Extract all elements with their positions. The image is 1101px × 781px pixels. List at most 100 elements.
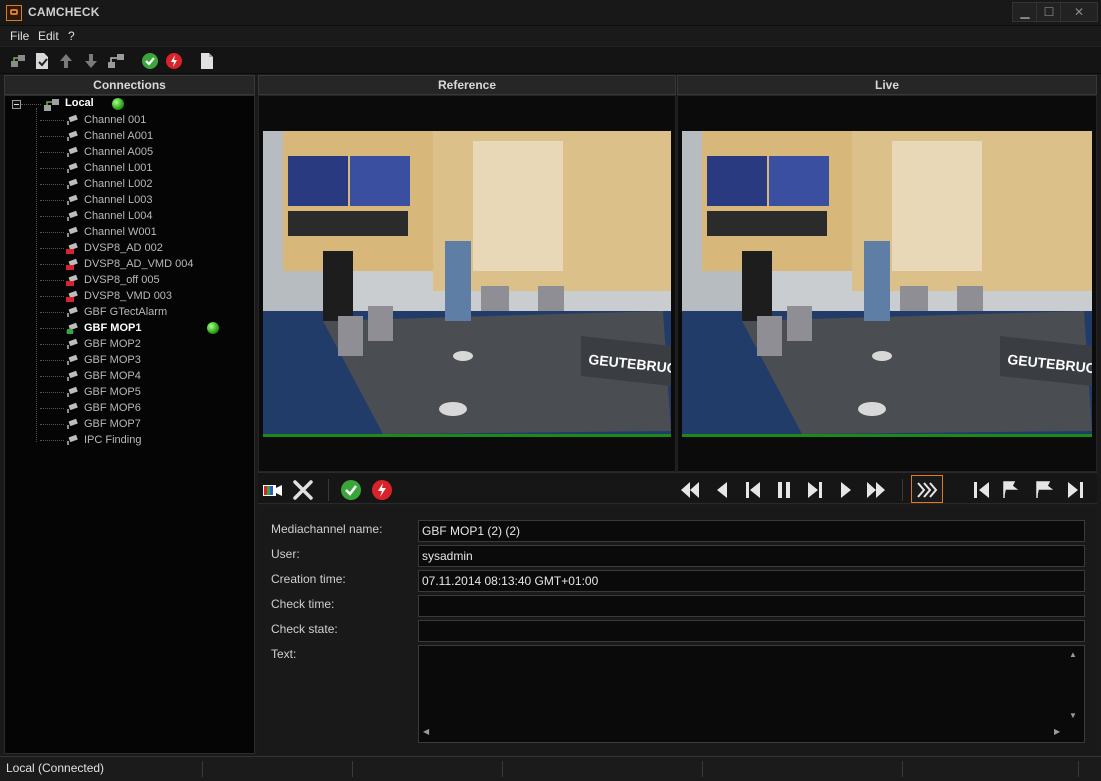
tree-item[interactable]: GBF MOP6 [65,400,245,416]
live-mode-button[interactable] [911,475,943,503]
maximize-button[interactable]: ☐ [1036,2,1062,22]
fast-rewind-icon[interactable] [679,479,701,501]
tree-item[interactable]: Channel A005 [65,144,245,160]
scroll-right-icon[interactable]: ▶ [1054,727,1060,736]
menu-file[interactable]: File [10,29,29,43]
tree-item[interactable]: Channel L002 [65,176,245,192]
camera-ok-icon [66,322,78,334]
tree-connector [40,440,64,441]
play-backward-icon[interactable] [711,479,733,501]
connect-icon[interactable] [9,52,27,70]
user-label: User: [271,547,300,561]
pause-icon[interactable] [773,479,795,501]
camera-icon [67,434,78,445]
live-camera-image: GEUTEBRUCK [682,131,1092,434]
tree-guide-line [36,108,37,442]
tree-item[interactable]: GBF MOP2 [65,336,245,352]
tree-item[interactable]: DVSP8_AD_VMD 004 [65,256,245,272]
tree-item[interactable]: DVSP8_AD 002 [65,240,245,256]
collapse-toggle[interactable] [12,100,21,109]
tree-connector [40,296,64,297]
check-time-field[interactable] [418,595,1085,617]
camera-icon [67,210,78,221]
reference-camera-image: GEUTEBRUCK [263,131,671,434]
play-icon[interactable] [835,479,857,501]
check-document-icon[interactable] [33,52,51,70]
live-forward-icon [917,482,938,498]
menu-bar: File Edit ? [0,26,1101,46]
tree-item[interactable]: GBF MOP7 [65,416,245,432]
camera-icon [67,418,78,429]
tree-connector [40,408,64,409]
camera-error-icon [66,274,78,286]
delete-icon[interactable] [292,479,314,501]
live-panel: GEUTEBRUCK [677,95,1097,472]
minimize-button[interactable]: ▁ [1012,2,1038,22]
user-field[interactable]: sysadmin [418,545,1085,567]
check-failed-icon[interactable] [165,52,183,70]
step-forward-icon[interactable] [804,479,826,501]
tree-item-label: Channel A001 [84,130,154,142]
camera-icon [67,402,78,413]
tree-item-label: GBF GTectAlarm [84,306,168,318]
tree-connector [40,248,64,249]
previous-marker-icon[interactable] [1000,479,1022,501]
tree-item-label: DVSP8_off 005 [84,274,160,286]
skip-to-start-icon[interactable] [971,479,993,501]
connections-tree[interactable]: Local Channel 001 Channel A001 Channel A00… [4,95,255,754]
camera-error-icon [66,290,78,302]
network-icon[interactable] [107,52,125,70]
tree-item[interactable]: GBF MOP4 [65,368,245,384]
menu-help[interactable]: ? [68,29,75,43]
next-marker-icon[interactable] [1031,479,1053,501]
connected-status-icon [112,98,124,110]
move-down-icon[interactable] [82,52,100,70]
skip-to-end-icon[interactable] [1064,479,1086,501]
move-up-icon[interactable] [57,52,75,70]
accept-ok-icon[interactable] [340,479,362,501]
fast-forward-icon[interactable] [865,479,887,501]
camera-icon [67,162,78,173]
tree-item[interactable]: DVSP8_off 005 [65,272,245,288]
camera-select-icon[interactable] [262,479,284,501]
scroll-down-icon[interactable]: ▼ [1069,711,1077,720]
check-ok-icon[interactable] [141,52,159,70]
scroll-left-icon[interactable]: ◀ [423,727,429,736]
camera-icon [67,370,78,381]
tree-item-label: GBF MOP2 [84,338,141,350]
tree-item[interactable]: Channel W001 [65,224,245,240]
step-backward-icon[interactable] [742,479,764,501]
toolbar [0,46,1101,74]
reject-alarm-icon[interactable] [371,479,393,501]
tree-item-label: Channel 001 [84,114,147,126]
tree-item[interactable]: GBF GTectAlarm [65,304,245,320]
tree-item[interactable]: GBF MOP5 [65,384,245,400]
creation-time-field[interactable]: 07.11.2014 08:13:40 GMT+01:00 [418,570,1085,592]
new-document-icon[interactable] [198,52,216,70]
tree-connector [40,424,64,425]
close-button[interactable]: ✕ [1060,2,1098,22]
tree-root-local[interactable]: Local [65,97,94,109]
menu-edit[interactable]: Edit [38,29,59,43]
text-area[interactable] [418,645,1085,743]
connections-header: Connections [4,75,255,95]
tree-item[interactable]: Channel 001 [65,112,245,128]
scroll-up-icon[interactable]: ▲ [1069,650,1077,659]
tree-item[interactable]: Channel L004 [65,208,245,224]
tree-item-label: DVSP8_AD 002 [84,242,163,254]
tree-item[interactable]: Channel A001 [65,128,245,144]
mediachannel-field[interactable]: GBF MOP1 (2) (2) [418,520,1085,542]
tree-item[interactable]: GBF MOP3 [65,352,245,368]
tree-connector [40,216,64,217]
tree-item[interactable]: IPC Finding [65,432,245,448]
camera-icon [67,178,78,189]
camera-icon [67,386,78,397]
tree-item-label: DVSP8_VMD 003 [84,290,173,302]
tree-item[interactable]: Channel L001 [65,160,245,176]
tree-item-label: Channel L001 [84,162,153,174]
tree-connector [40,328,64,329]
tree-item[interactable]: Channel L003 [65,192,245,208]
check-state-field[interactable] [418,620,1085,642]
tree-connector [40,200,64,201]
tree-item[interactable]: DVSP8_VMD 003 [65,288,245,304]
